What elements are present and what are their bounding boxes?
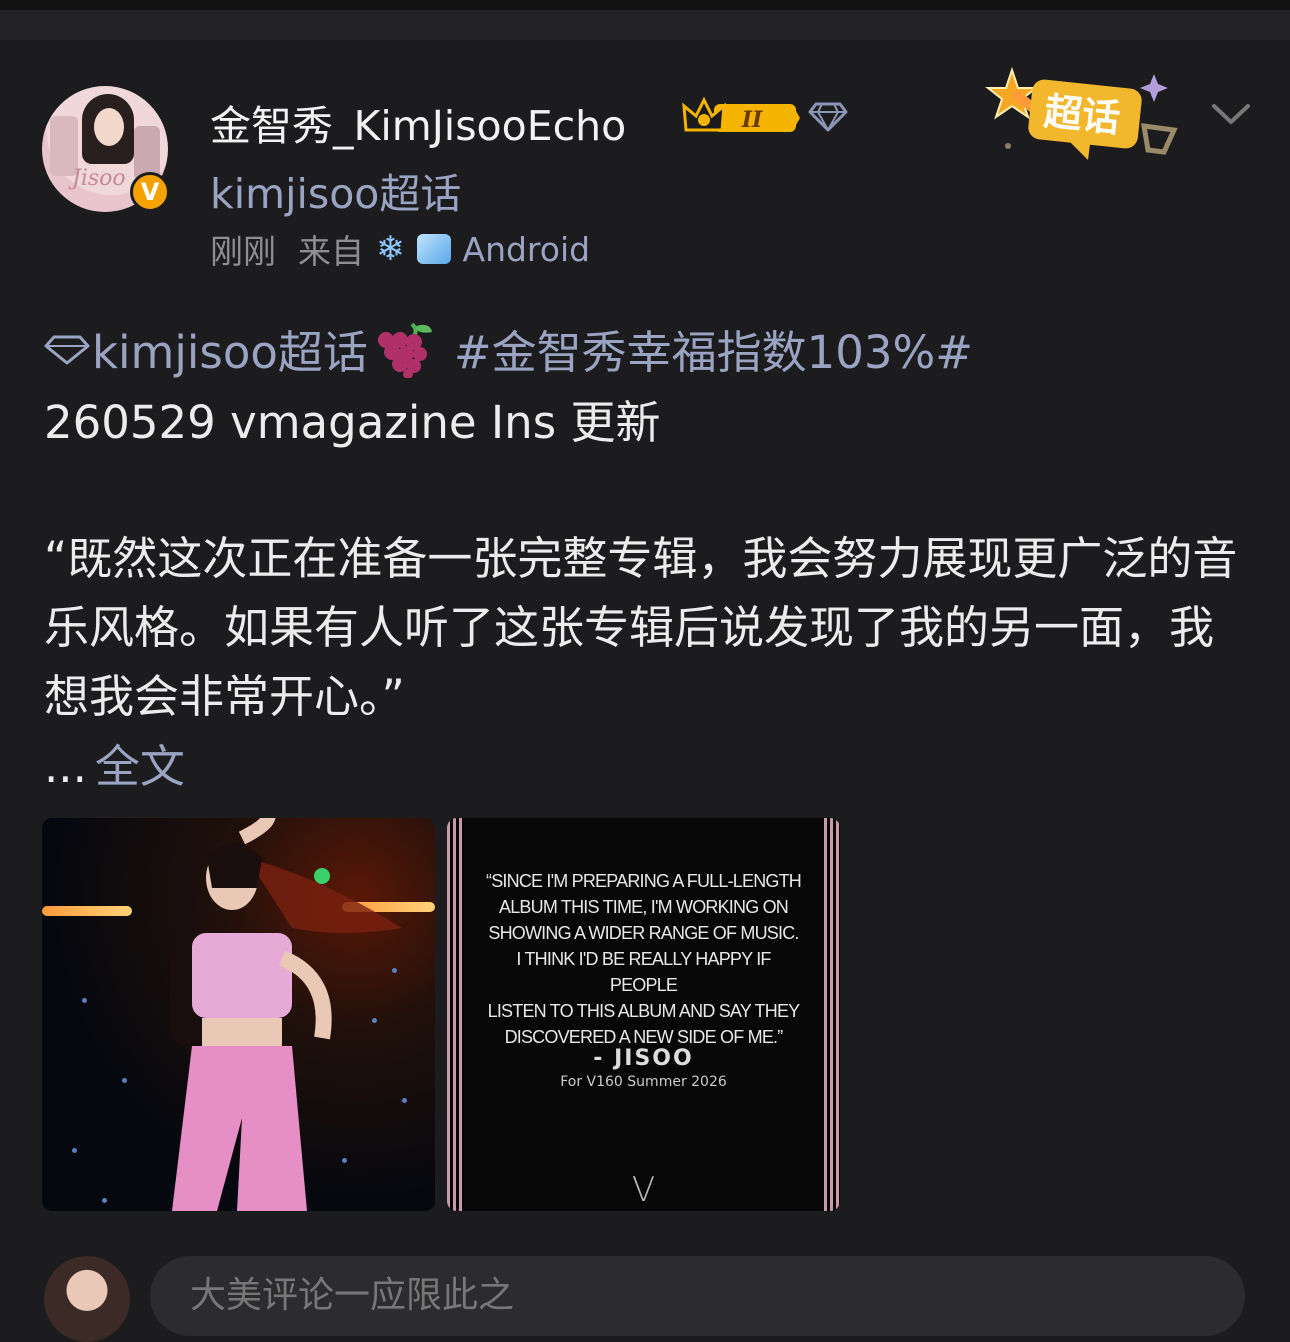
avatar-face — [94, 108, 124, 146]
post-from-label: 来自 — [298, 232, 364, 271]
ellipsis-text: ... — [44, 740, 87, 793]
pink-stripe — [447, 818, 463, 1211]
crown-level-badge-icon: II — [682, 96, 800, 133]
post-quote-text: “既然这次正在准备一张完整专辑，我会努力展现更广泛的音乐风格。如果有人听了这张专… — [44, 532, 1238, 723]
current-user-avatar[interactable] — [44, 1256, 130, 1342]
pink-stripe — [824, 818, 840, 1211]
image-quote-line: ALBUM THIS TIME, I'M WORKING ON — [499, 897, 789, 917]
post-topic-line: kimjisoo超话 #金智秀幸福指数103%# — [44, 316, 973, 381]
post-expand-row: ... 全文 — [44, 730, 185, 795]
image-quote-author: - JISOO — [593, 1046, 694, 1071]
comment-input[interactable]: 大美评论一应限此之 — [150, 1256, 1245, 1336]
diamond-icon — [44, 335, 90, 364]
post-headline: 260529 vmagazine Ins 更新 — [44, 396, 661, 449]
status-bar-band — [0, 0, 1290, 40]
image-quote-line: LISTEN TO THIS ALBUM AND SAY THEY — [487, 1001, 801, 1021]
post-image-1[interactable] — [42, 818, 435, 1211]
expand-full-text-link[interactable]: 全文 — [95, 740, 185, 793]
supertopic-badge-icon[interactable]: 超话 — [978, 66, 1183, 166]
verified-badge-icon: V — [130, 172, 170, 212]
image-quote-line: I THINK I'D BE REALLY HAPPY IF PEOPLE — [516, 949, 771, 995]
supertopic-badge-label: 超话 — [1042, 89, 1122, 141]
image-quote-text: “SINCE I'M PREPARING A FULL-LENGTH ALBUM… — [481, 868, 806, 1050]
ice-cube-icon — [416, 234, 451, 264]
chevron-down-icon[interactable] — [1210, 98, 1252, 128]
avatar-signature: Jisoo — [72, 166, 126, 191]
dancer-figure — [169, 818, 402, 1211]
image-quote-line: “SINCE I'M PREPARING A FULL-LENGTH — [486, 871, 802, 891]
post-time: 刚刚 — [210, 232, 276, 271]
image-quote-credit: For V160 Summer 2026 — [560, 1074, 727, 1090]
v-magazine-logo: V — [631, 1170, 656, 1210]
post-hashtag[interactable]: #金智秀幸福指数103%# — [454, 316, 973, 381]
level-text: II — [741, 107, 763, 133]
author-topic-link[interactable]: kimjisoo超话 — [210, 160, 461, 220]
author-name[interactable]: 金智秀_KimJisooEcho — [210, 92, 626, 152]
post-topic-link[interactable]: kimjisoo超话 — [92, 316, 368, 381]
snowflake-icon: ❄ — [376, 229, 405, 269]
image-quote-line: SHOWING A WIDER RANGE OF MUSIC. — [488, 923, 799, 943]
diamond-icon — [808, 102, 848, 133]
post-client[interactable]: Android — [463, 230, 591, 269]
post-image-2[interactable]: “SINCE I'M PREPARING A FULL-LENGTH ALBUM… — [447, 818, 840, 1211]
grape-icon — [377, 322, 432, 378]
post-meta: 刚刚 来自 ❄ Android — [210, 225, 590, 273]
